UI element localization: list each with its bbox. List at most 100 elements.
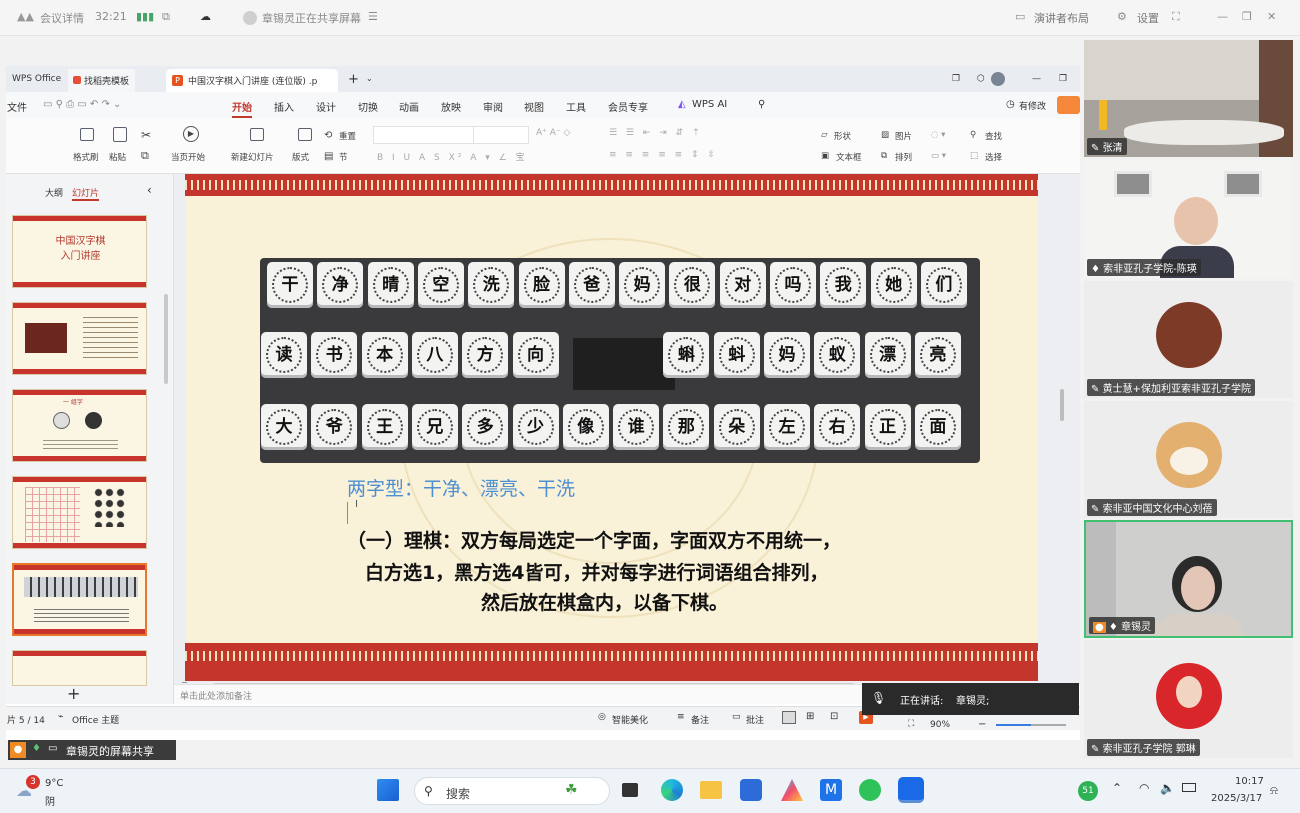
layout-button[interactable]: 版式 [292,151,309,163]
popout-icon[interactable]: ⧉ [162,10,170,24]
minimize-icon[interactable]: — [1217,10,1228,23]
store-icon[interactable] [740,779,762,801]
align-icons[interactable]: ≡ ≡ ≡ ≡ ≡ ⇕ ⇳ [609,150,718,160]
fit-window-icon[interactable]: ⛶ [908,719,914,729]
menu-view[interactable]: 视图 [524,99,544,114]
add-slide-button[interactable]: + [67,684,80,703]
clock-date[interactable]: 2025/3/17 [1211,793,1262,804]
participant-tile-3[interactable]: ✎ 黄士慧+保加利亚索非亚孔子学院 [1084,281,1293,398]
settings-button[interactable]: 设置 [1137,10,1159,26]
menu-home[interactable]: 开始 [232,99,252,118]
format-painter-button[interactable]: 格式刷 [73,151,99,163]
notes-placeholder[interactable]: 单击此处添加备注 [180,689,252,702]
wechat-icon[interactable] [859,779,881,801]
tab-list-icon[interactable]: ⌄ [360,69,379,92]
slide-thumbnail-5-selected[interactable] [12,563,147,636]
battery-icon[interactable] [1182,783,1196,792]
menu-file[interactable]: 文件 [7,99,27,114]
panel-tab-outline[interactable]: 大纲 [45,186,63,199]
presenter-layout-button[interactable]: 演讲者布局 [1034,10,1089,26]
participant-video-5-speaking[interactable]: ● ♦ 章锡灵 [1084,520,1293,638]
normal-view-icon[interactable] [782,711,796,724]
paste-button[interactable]: 粘贴 [109,151,126,163]
weather-desc[interactable]: 阴 [45,793,55,808]
copy-icon[interactable]: ⧉ [141,149,149,163]
slide-vertical-scrollbar[interactable] [1060,389,1064,421]
section-button[interactable]: 节 [339,151,348,163]
windows-start-icon[interactable] [377,779,399,801]
volume-icon[interactable]: 🔈 [1160,781,1175,795]
play-from-current-button[interactable]: 当页开始 [171,151,205,163]
taskbar-search-box[interactable]: ⚲ 搜索 ☘ [414,777,610,805]
participant-tile-4[interactable]: ✎ 索非亚中国文化中心刘蓓 [1084,401,1293,518]
slide-thumbnail-6[interactable] [12,650,147,686]
new-slide-button[interactable]: 新建幻灯片 [231,151,274,163]
menu-wps-ai[interactable]: WPS AI [692,99,727,110]
window-mode-icon[interactable]: ❐ [946,69,966,92]
shape-button[interactable]: 形状 [834,130,851,142]
reset-button[interactable]: 重置 [339,130,356,142]
menu-tools[interactable]: 工具 [566,99,586,114]
slide-thumbnail-1[interactable]: 中国汉字棋 入门讲座 [12,215,147,288]
sharing-menu-icon[interactable]: ☰ [368,10,378,23]
share-button[interactable] [1057,96,1080,114]
slide-thumbnail-3[interactable]: 一 组字 [12,389,147,462]
mail-icon[interactable]: M [820,779,842,801]
settings-icon[interactable]: ⚙ [1117,10,1127,23]
picture-button[interactable]: 图片 [895,130,912,142]
menu-animation[interactable]: 动画 [399,99,419,114]
wifi-icon[interactable]: ◠ [1139,781,1149,795]
edge-browser-icon[interactable] [661,779,683,801]
panel-tab-slides[interactable]: 幻灯片 [72,186,100,201]
tab-wps-office[interactable]: WPS Office [6,69,67,92]
task-view-icon[interactable] [622,783,638,797]
notes-button[interactable]: 备注 [691,713,709,726]
account-avatar[interactable] [991,72,1005,86]
menu-member[interactable]: 会员专享 [608,99,648,114]
grid-view-icon[interactable]: ⊞ [806,711,814,722]
tray-expand-icon[interactable]: ⌃ [1112,781,1122,795]
list-icons[interactable]: ☰ ☰ ⇤ ⇥ ⇵ ⇡ [609,128,703,138]
h-scroll-left-icon[interactable] [182,682,187,683]
fullscreen-icon[interactable]: ⛶ [1172,10,1180,24]
revise-status[interactable]: 有修改 [1019,99,1046,112]
textbox-button[interactable]: 文本框 [836,151,862,163]
cube-icon[interactable]: ⬡ [971,69,991,92]
arrange-button[interactable]: 排列 [895,151,912,163]
cut-icon[interactable]: ✂ [141,128,151,142]
restore-icon[interactable]: ❐ [1242,10,1252,23]
find-button[interactable]: 查找 [985,130,1002,142]
menu-slideshow[interactable]: 放映 [441,99,461,114]
tab-current-document[interactable]: P 中国汉字棋入门讲座 (连位版) .p [166,69,338,92]
smart-beautify-button[interactable]: 智能美化 [612,713,648,726]
meeting-app-icon[interactable] [898,777,924,803]
participant-video-1[interactable]: ✎ 张清 [1084,40,1293,157]
menu-insert[interactable]: 插入 [274,99,294,114]
meeting-details-link[interactable]: 会议详情 [40,10,84,26]
battery-badge[interactable]: 51 [1078,781,1098,801]
panel-scrollbar[interactable] [164,294,168,384]
notes-pane[interactable]: 单击此处添加备注 [174,684,868,704]
collapse-panel-icon[interactable]: ‹ [147,183,152,197]
clock-time[interactable]: 10:17 [1235,776,1264,787]
notification-icon[interactable]: ⍾ [1270,783,1278,798]
comments-button[interactable]: 批注 [746,713,764,726]
font-style-icons[interactable]: B I U A S X² A ▾ ∠ 宝 [377,150,528,163]
menu-transition[interactable]: 切换 [358,99,378,114]
participant-tile-6[interactable]: ✎ 索非亚孔子学院 郭琳 [1084,640,1293,758]
menu-design[interactable]: 设计 [316,99,336,114]
zoom-out-icon[interactable]: − [978,719,986,730]
font-size-icons[interactable]: A⁺ A⁻ ◇ [536,128,570,138]
zoom-level[interactable]: 90% [930,720,950,730]
outline-icon[interactable]: ▭ ▾ [931,151,946,161]
select-button[interactable]: 选择 [985,151,1002,163]
wps-minimize-icon[interactable]: — [1026,69,1047,92]
theme-name[interactable]: Office 主题 [72,713,119,726]
file-explorer-icon[interactable] [700,781,722,799]
close-icon[interactable]: ✕ [1267,10,1276,23]
search-icon[interactable]: ⚲ [758,99,765,110]
slide-thumbnail-2[interactable] [12,302,147,375]
app-icon[interactable] [781,779,803,801]
font-size-select[interactable] [473,126,529,144]
fill-icon[interactable]: ◌ ▾ [931,130,945,140]
